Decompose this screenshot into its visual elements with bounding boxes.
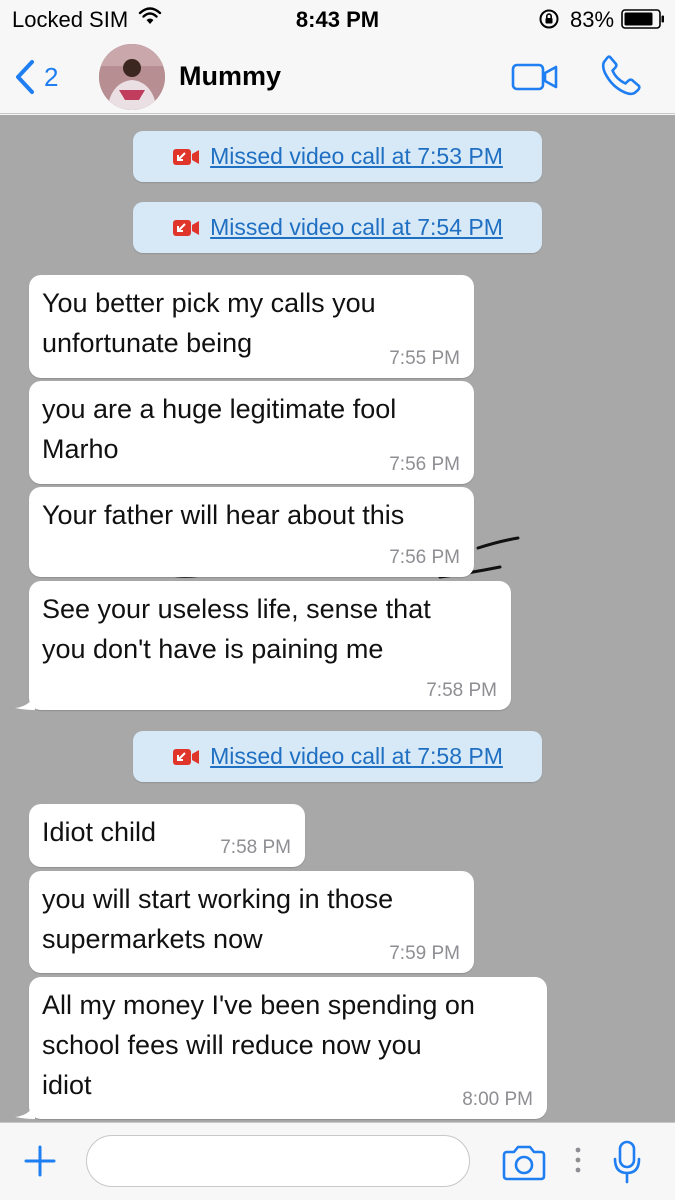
message-text: All my money I've been spending on schoo…	[42, 990, 475, 1100]
message-input[interactable]	[86, 1135, 470, 1187]
missed-video-call-icon	[173, 748, 200, 765]
contact-name[interactable]: Mummy	[179, 61, 281, 92]
status-bar: Locked SIM 8:43 PM 83%	[0, 0, 675, 40]
microphone-icon[interactable]	[612, 1139, 642, 1185]
battery-percent: 83%	[570, 7, 615, 32]
missed-call-notice[interactable]: Missed video call at 7:54 PM	[133, 202, 542, 253]
message-bubble[interactable]: Your father will hear about this 7:56 PM	[29, 487, 474, 577]
message-bubble[interactable]: you will start working in those supermar…	[29, 871, 474, 973]
message-bubble[interactable]: you are a huge legitimate fool Marho 7:5…	[29, 381, 474, 484]
chevron-left-icon	[16, 60, 34, 94]
message-bubble[interactable]: All my money I've been spending on schoo…	[15, 977, 547, 1119]
plus-icon[interactable]	[22, 1143, 58, 1179]
missed-video-call-icon	[173, 219, 200, 236]
message-time: 8:00 PM	[462, 1089, 533, 1110]
missed-call-text: Missed video call at 7:54 PM	[210, 214, 503, 240]
message-time: 7:56 PM	[389, 547, 460, 568]
battery-icon	[621, 9, 664, 29]
rotation-lock-icon	[539, 9, 559, 29]
missed-video-call-icon	[173, 148, 200, 165]
message-time: 7:58 PM	[220, 837, 291, 858]
message-time: 7:59 PM	[389, 943, 460, 964]
message-bubble[interactable]: You better pick my calls you unfortunate…	[29, 275, 474, 378]
chat-area[interactable]: Missed video call at 7:53 PM Missed vide…	[0, 115, 675, 1122]
chat-header: 2 Mummy	[0, 40, 675, 114]
message-text: See your useless life, sense that you do…	[42, 594, 431, 664]
missed-call-notice[interactable]: Missed video call at 7:58 PM	[133, 731, 542, 782]
missed-call-text: Missed video call at 7:53 PM	[210, 143, 503, 169]
camera-icon[interactable]	[500, 1145, 548, 1181]
more-options-icon[interactable]	[574, 1145, 582, 1175]
message-bubble[interactable]: Idiot child 7:58 PM	[29, 804, 305, 867]
message-time: 7:56 PM	[389, 454, 460, 475]
video-call-icon[interactable]	[511, 62, 559, 92]
missed-call-text: Missed video call at 7:58 PM	[210, 743, 503, 769]
bubble-tail	[15, 1099, 35, 1119]
message-bubble[interactable]: See your useless life, sense that you do…	[15, 581, 511, 710]
message-composer	[0, 1122, 675, 1200]
bubble-tail	[15, 690, 35, 710]
avatar-photo	[99, 44, 165, 110]
phone-icon[interactable]	[600, 54, 642, 96]
message-time: 7:58 PM	[426, 680, 497, 701]
avatar[interactable]	[99, 44, 165, 110]
back-button[interactable]: 2	[14, 57, 58, 97]
message-text: Your father will hear about this	[42, 500, 405, 530]
unread-count: 2	[44, 61, 59, 92]
message-time: 7:55 PM	[389, 348, 460, 369]
missed-call-notice[interactable]: Missed video call at 7:53 PM	[133, 131, 542, 182]
